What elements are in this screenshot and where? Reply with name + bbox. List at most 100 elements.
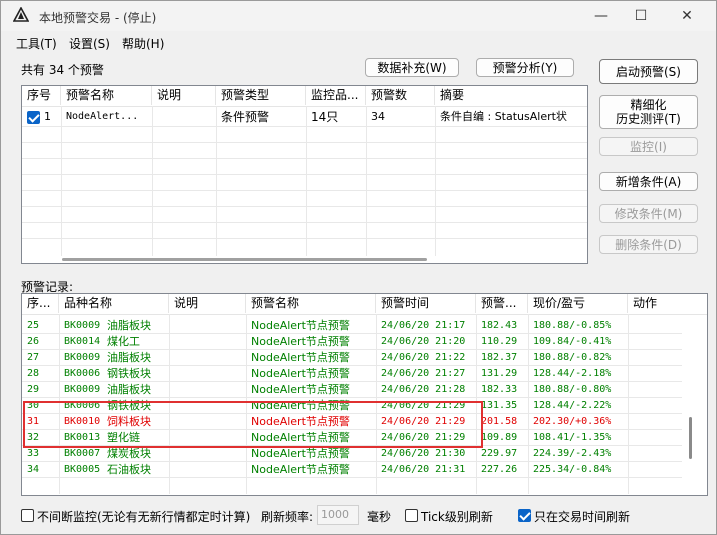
record-alert-price: 110.29 [481,336,518,347]
record-row[interactable]: 26 BK0014 煤化工 NodeAlert节点预警 24/06/20 21:20 11… [22,334,707,350]
record-action [628,430,707,446]
alert-desc [152,109,216,125]
record-current-pnl: 202.30/+0.36% [533,416,612,427]
record-desc [169,382,246,398]
refine-history-eval-button[interactable]: 精细化 历史测评(T) [599,95,698,129]
record-action [628,350,707,366]
record-row[interactable]: 32 BK0013 塑化链 NodeAlert节点预警 24/06/20 21:29 10… [22,430,707,446]
record-name: 石油板块 [107,463,151,476]
col-header-desc[interactable]: 说明 [152,86,216,105]
alerts-horizontal-scrollbar[interactable] [62,258,427,261]
record-alert-name: NodeAlert节点预警 [251,399,350,412]
refresh-frequency-label: 刷新频率: [261,510,314,524]
record-code: BK0009 [64,320,101,331]
alert-type: 条件预警 [221,110,270,124]
record-row[interactable]: 33 BK0007 煤炭板块 NodeAlert节点预警 24/06/20 21:30 2… [22,446,707,462]
menu-tools[interactable]: 工具(T) [16,35,57,52]
record-time: 24/06/20 21:27 [381,368,466,379]
alerts-table-header: 序号 预警名称 说明 预警类型 监控品... 预警数 摘要 [22,86,587,107]
rec-col-price[interactable]: 预警... [476,294,528,313]
record-current-pnl: 128.44/-2.22% [533,400,612,411]
data-fill-button[interactable]: 数据补充(W) [365,58,459,77]
delete-condition-button[interactable]: 删除条件(D) [599,235,698,254]
record-code: BK0005 [64,464,101,475]
records-vertical-scrollbar[interactable] [689,417,692,459]
close-button[interactable]: ✕ [664,1,710,31]
add-condition-button[interactable]: 新增条件(A) [599,172,698,191]
record-row[interactable]: 31 BK0010 饲料板块 NodeAlert节点预警 24/06/20 21:29 2… [22,414,707,430]
rec-col-time[interactable]: 预警时间 [376,294,476,313]
record-row[interactable]: 25 BK0009 油脂板块 NodeAlert节点预警 24/06/20 21:17 1… [22,318,707,334]
rec-col-alert-name[interactable]: 预警名称 [246,294,376,313]
start-alert-button[interactable]: 启动预警(S) [599,59,698,84]
record-alert-price: 109.89 [481,432,518,443]
record-time: 24/06/20 21:20 [381,336,466,347]
rec-col-no[interactable]: 序... [22,294,59,313]
record-alert-name: NodeAlert节点预警 [251,367,350,380]
record-grid-column [476,314,477,494]
record-code: BK0010 [64,416,101,427]
col-header-summary[interactable]: 摘要 [435,86,587,105]
alert-row[interactable]: 1 NodeAlert... 条件预警 14只 34 条件自编 : Status… [22,109,587,126]
record-alert-price: 229.97 [481,448,518,459]
alerts-grid-column [435,106,436,256]
record-no: 26 [27,336,40,347]
maximize-button[interactable]: ☐ [618,1,664,31]
refresh-frequency-input[interactable]: 1000 [317,505,359,525]
record-alert-name: NodeAlert节点预警 [251,335,350,348]
tick-refresh-checkbox[interactable] [405,509,418,522]
menu-settings[interactable]: 设置(S) [69,35,110,52]
alerts-table: 序号 预警名称 说明 预警类型 监控品... 预警数 摘要 1 NodeAler… [21,85,588,264]
record-current-pnl: 225.34/-0.84% [533,464,612,475]
col-header-no[interactable]: 序号 [22,86,61,105]
records-table-header: 序... 品种名称 说明 预警名称 预警时间 预警... 现价/盈亏 动作 [22,294,707,315]
record-alert-name: NodeAlert节点预警 [251,351,350,364]
record-alert-price: 182.33 [481,384,518,395]
rec-col-now[interactable]: 现价/盈亏 [528,294,628,313]
record-code: BK0013 [64,432,101,443]
record-name: 钢铁板块 [107,367,151,380]
col-header-monitor[interactable]: 监控品... [306,86,366,105]
col-header-name[interactable]: 预警名称 [61,86,152,105]
record-alert-name: NodeAlert节点预警 [251,383,350,396]
record-name: 油脂板块 [107,351,151,364]
rec-col-desc[interactable]: 说明 [169,294,246,313]
rec-col-action[interactable]: 动作 [628,294,707,313]
record-current-pnl: 180.88/-0.85% [533,320,612,331]
record-row[interactable]: 28 BK0006 钢铁板块 NodeAlert节点预警 24/06/20 21:27 1… [22,366,707,382]
title-bar[interactable]: 本地预警交易 - (停止) — ☐ ✕ [1,1,716,31]
continuous-monitor-checkbox[interactable] [21,509,34,522]
main-window: 本地预警交易 - (停止) — ☐ ✕ 工具(T) 设置(S) 帮助(H) 共有… [0,0,717,535]
alerts-grid-line [22,206,587,207]
record-name: 钢铁板块 [107,399,151,412]
record-action [628,462,707,478]
record-row[interactable]: 30 BK0006 钢铁板块 NodeAlert节点预警 24/06/20 21:29 1… [22,398,707,414]
refine-line-1: 精细化 [630,98,667,112]
trading-hours-only-label: 只在交易时间刷新 [534,510,631,524]
record-row[interactable]: 29 BK0009 油脂板块 NodeAlert节点预警 24/06/20 21:28 1… [22,382,707,398]
window-title: 本地预警交易 - (停止) [39,11,157,25]
record-row[interactable]: 34 BK0005 石油板块 NodeAlert节点预警 24/06/20 21:31 2… [22,462,707,478]
record-action [628,398,707,414]
record-grid-column [246,314,247,494]
record-grid-column [528,314,529,494]
col-header-type[interactable]: 预警类型 [216,86,306,105]
record-row[interactable]: 27 BK0009 油脂板块 NodeAlert节点预警 24/06/20 21:22 1… [22,350,707,366]
menu-help[interactable]: 帮助(H) [122,35,164,52]
record-grid-column [628,314,629,494]
record-time: 24/06/20 21:17 [381,320,466,331]
record-alert-price: 131.29 [481,368,518,379]
edit-condition-button[interactable]: 修改条件(M) [599,204,698,223]
trading-hours-only-checkbox[interactable] [518,509,531,522]
alerts-grid-line [22,238,587,239]
record-desc [169,398,246,414]
record-no: 33 [27,448,40,459]
monitor-button[interactable]: 监控(I) [599,137,698,156]
record-time: 24/06/20 21:29 [381,416,466,427]
record-no: 31 [27,416,40,427]
alert-analysis-button[interactable]: 预警分析(Y) [476,58,574,77]
records-table: 序... 品种名称 说明 预警名称 预警时间 预警... 现价/盈亏 动作 25… [21,293,708,496]
col-header-count[interactable]: 预警数 [366,86,435,105]
record-name: 油脂板块 [107,319,151,332]
rec-col-name[interactable]: 品种名称 [59,294,169,313]
